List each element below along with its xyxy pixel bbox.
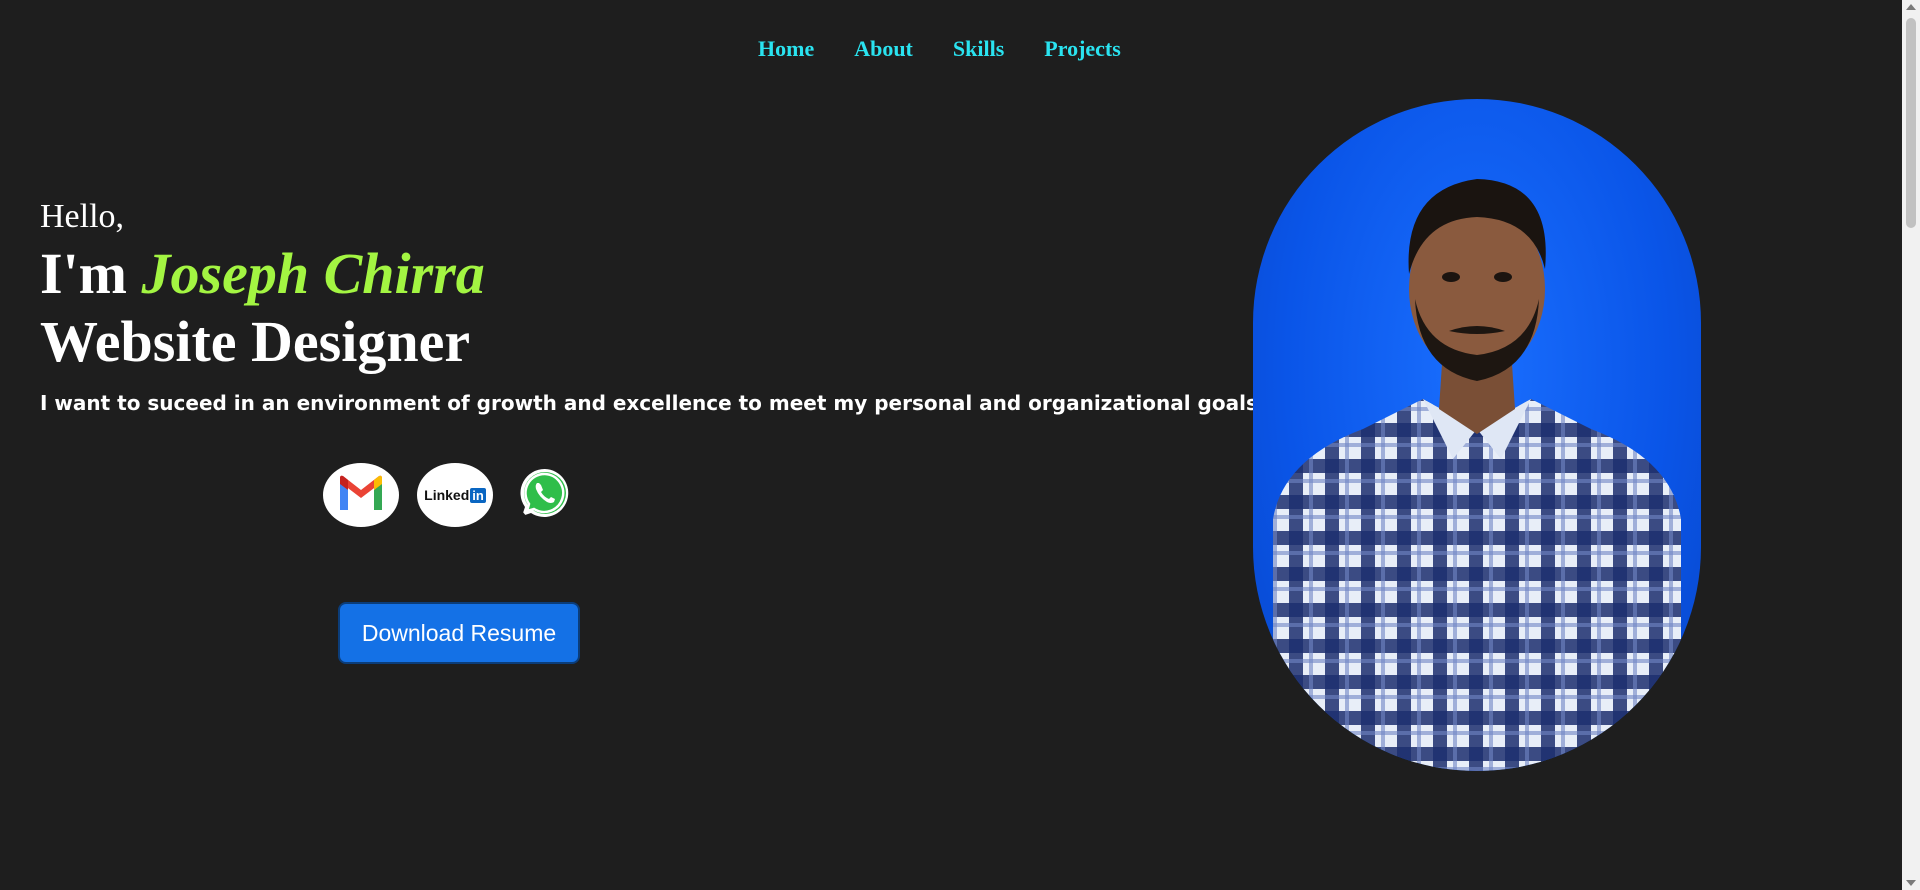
scrollbar-thumb[interactable]: [1906, 18, 1916, 228]
page: Home About Skills Projects Hello, I'm Jo…: [0, 0, 1920, 890]
download-resume-button[interactable]: Download Resume: [340, 604, 578, 662]
nav-link-home[interactable]: Home: [758, 36, 814, 62]
gmail-icon: [336, 474, 386, 516]
linkedin-link[interactable]: Linked in: [417, 463, 493, 527]
nav-link-about[interactable]: About: [854, 36, 913, 62]
greeting: Hello,: [40, 198, 125, 235]
whatsapp-icon: [518, 467, 572, 523]
scroll-up-icon[interactable]: [1906, 4, 1916, 10]
linkedin-icon: Linked in: [424, 487, 486, 503]
profile-photo: [1253, 99, 1701, 771]
gmail-link[interactable]: [323, 463, 399, 527]
nav-link-projects[interactable]: Projects: [1044, 36, 1121, 62]
role-title: Website Designer: [40, 309, 471, 374]
intro-heading: I'm Joseph Chirra: [40, 240, 485, 307]
whatsapp-link[interactable]: [517, 467, 573, 523]
social-links: Linked in: [323, 463, 591, 527]
intro-prefix: I'm: [40, 241, 142, 306]
objective-text: I want to suceed in an environment of gr…: [40, 391, 1258, 415]
scroll-down-icon[interactable]: [1906, 880, 1916, 886]
person-name: Joseph Chirra: [141, 241, 485, 306]
main-nav: Home About Skills Projects: [758, 36, 1161, 62]
page-scrollbar[interactable]: [1902, 0, 1920, 890]
nav-link-skills[interactable]: Skills: [953, 36, 1004, 62]
